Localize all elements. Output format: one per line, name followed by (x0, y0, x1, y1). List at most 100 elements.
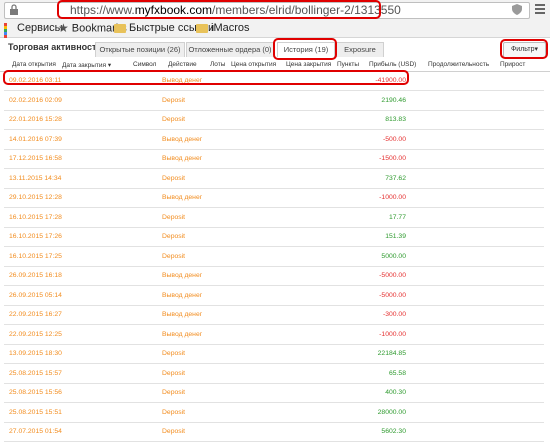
open-date-cell[interactable]: 02.02.2016 02:09 (9, 97, 62, 104)
col-open-date[interactable]: Дата открытия (12, 61, 56, 68)
action-cell: Вывод денег (162, 155, 203, 162)
profit-cell: -1000.00 (379, 194, 406, 201)
col-close-price[interactable]: Цена закрытия (286, 61, 331, 68)
profit-cell: 400.30 (385, 389, 406, 396)
filter-highlight-annotation (500, 39, 548, 59)
open-date-cell[interactable]: 14.01.2016 07:39 (9, 136, 62, 143)
col-profit[interactable]: Прибыль (USD) (369, 61, 416, 68)
col-gain[interactable]: Прирост (500, 61, 525, 68)
open-date-cell[interactable]: 29.10.2015 12:28 (9, 194, 62, 201)
table-row[interactable]: 22.01.2016 15:28 Deposit 813.83 (4, 110, 544, 130)
profit-cell: 5000.00 (381, 252, 406, 260)
table-row[interactable]: 25.08.2015 15:51 Deposit 28000.00 (4, 403, 544, 423)
table-row[interactable]: 27.07.2015 01:54 Deposit 5602.30 (4, 422, 544, 442)
profit-cell: 28000.00 (377, 408, 406, 416)
bookmarks-bar: Сервисы ★ Bookmarks Быстрые ссылки iMacro… (0, 20, 550, 51)
profit-cell: 17.77 (388, 213, 406, 221)
open-date-cell[interactable]: 25.08.2015 15:57 (9, 370, 62, 377)
action-cell: Deposit (162, 252, 186, 260)
table-row[interactable]: 29.10.2015 12:28 Вывод денег -1000.00 (4, 188, 544, 208)
col-action[interactable]: Действие (168, 61, 197, 68)
first-row-highlight-annotation (3, 70, 409, 85)
table-row[interactable]: 16.10.2015 17:25 Deposit 5000.00 (4, 247, 544, 267)
action-cell: Deposit (162, 428, 186, 435)
table-row[interactable]: 25.08.2015 15:57 Deposit 65.58 (4, 364, 544, 384)
tab-pending-orders[interactable]: Отложенные ордера (0) (186, 42, 274, 57)
table-row[interactable]: 22.09.2015 12:25 Вывод денег -1000.00 (4, 325, 544, 345)
open-date-cell[interactable]: 22.09.2015 12:25 (9, 331, 62, 338)
table-row[interactable]: 13.09.2015 18:30 Deposit 22184.85 (4, 344, 544, 364)
col-symbol[interactable]: Символ (133, 61, 156, 68)
table-row[interactable]: 25.08.2015 15:56 Deposit 400.30 (4, 383, 544, 403)
section-title: Торговая активность (8, 42, 102, 52)
col-pips[interactable]: Пункты (337, 61, 359, 68)
col-duration[interactable]: Продолжительность (428, 61, 489, 68)
profit-cell: -5000.00 (379, 291, 406, 299)
action-cell: Вывод денег (162, 135, 203, 143)
profit-cell: -5000.00 (379, 272, 406, 279)
profit-cell: -500.00 (382, 135, 406, 143)
profit-cell: -300.00 (382, 311, 406, 318)
action-cell: Вывод денег (162, 194, 203, 201)
lock-icon (10, 4, 18, 15)
profit-cell: 65.58 (388, 369, 406, 377)
table-row[interactable]: 14.01.2016 07:39 Вывод денег -500.00 (4, 130, 544, 150)
open-date-cell[interactable]: 22.09.2015 16:27 (9, 311, 62, 318)
profit-cell: -1500.00 (379, 155, 406, 162)
url-highlight-annotation (57, 0, 381, 19)
shield-icon[interactable] (512, 4, 522, 15)
action-cell: Вывод денег (162, 330, 203, 338)
apps-icon (4, 23, 14, 51)
open-date-cell[interactable]: 27.07.2015 01:54 (9, 428, 62, 435)
open-date-cell[interactable]: 22.01.2016 15:28 (9, 116, 62, 123)
menu-icon[interactable] (535, 4, 545, 14)
tab-open-positions[interactable]: Открытые позиции (26) (95, 42, 185, 57)
action-cell: Deposit (162, 116, 186, 123)
open-date-cell[interactable]: 13.09.2015 18:30 (9, 350, 62, 357)
table-row[interactable]: 13.11.2015 14:34 Deposit 737.62 (4, 169, 544, 189)
profit-cell: 22184.85 (377, 350, 406, 357)
open-date-cell[interactable]: 16.10.2015 17:26 (9, 233, 62, 240)
folder-icon (114, 23, 126, 33)
open-date-cell[interactable]: 16.10.2015 17:28 (9, 214, 62, 221)
col-open-price[interactable]: Цена открытия (231, 61, 276, 68)
action-cell: Вывод денег (162, 272, 203, 279)
table-row[interactable]: 26.09.2015 05:14 Вывод денег -5000.00 (4, 286, 544, 306)
bookmark-services[interactable]: Сервисы (4, 22, 63, 51)
open-date-cell[interactable]: 26.09.2015 16:18 (9, 272, 62, 279)
action-cell: Deposit (162, 96, 186, 104)
open-date-cell[interactable]: 25.08.2015 15:51 (9, 409, 62, 416)
action-cell: Deposit (162, 369, 186, 377)
folder-icon (196, 23, 208, 33)
table-row[interactable]: 02.02.2016 02:09 Deposit 2190.46 (4, 91, 544, 111)
action-cell: Вывод денег (162, 311, 203, 318)
col-close-date[interactable]: Дата закрытия ▾ (62, 61, 111, 69)
table-row[interactable]: 22.09.2015 16:27 Вывод денег -300.00 (4, 305, 544, 325)
action-cell: Deposit (162, 389, 186, 396)
profit-cell: 813.83 (385, 116, 406, 123)
action-cell: Вывод денег (162, 291, 203, 299)
action-cell: Deposit (162, 233, 186, 240)
address-bar: https://www.myfxbook.com/members/elrid/b… (0, 0, 550, 21)
action-cell: Deposit (162, 174, 186, 182)
bookmark-imacros[interactable]: iMacros (196, 22, 250, 35)
col-lots[interactable]: Лоты (210, 61, 225, 68)
profit-cell: 2190.46 (381, 96, 406, 104)
action-cell: Deposit (162, 213, 186, 221)
profit-cell: 737.62 (385, 174, 406, 182)
table-row[interactable]: 17.12.2015 16:58 Вывод денег -1500.00 (4, 149, 544, 169)
table-row[interactable]: 16.10.2015 17:28 Deposit 17.77 (4, 208, 544, 228)
profit-cell: 151.39 (385, 233, 406, 240)
history-tab-highlight-annotation (273, 38, 337, 60)
open-date-cell[interactable]: 13.11.2015 14:34 (9, 175, 61, 182)
open-date-cell[interactable]: 26.09.2015 05:14 (9, 292, 62, 299)
tab-exposure[interactable]: Exposure (336, 42, 384, 57)
action-cell: Deposit (162, 408, 186, 416)
table-row[interactable]: 26.09.2015 16:18 Вывод денег -5000.00 (4, 266, 544, 286)
open-date-cell[interactable]: 25.08.2015 15:56 (9, 389, 62, 396)
profit-cell: 5602.30 (381, 428, 406, 435)
table-row[interactable]: 16.10.2015 17:26 Deposit 151.39 (4, 227, 544, 247)
open-date-cell[interactable]: 17.12.2015 16:58 (9, 155, 62, 162)
star-icon: ★ (58, 21, 69, 35)
open-date-cell[interactable]: 16.10.2015 17:25 (9, 253, 62, 260)
